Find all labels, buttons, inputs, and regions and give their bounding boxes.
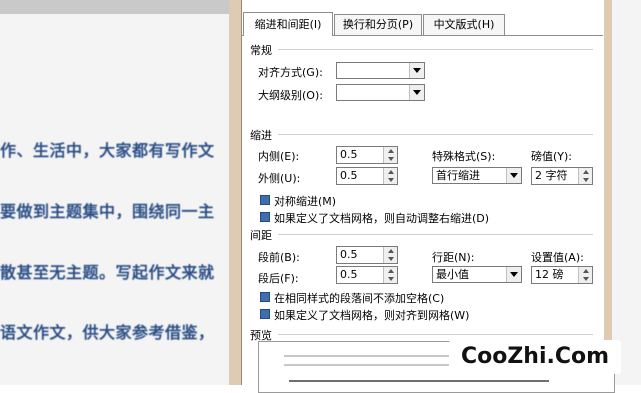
tab-line-page-breaks[interactable]: 换行和分页(P) xyxy=(334,14,422,35)
spin-down-icon[interactable] xyxy=(384,275,397,283)
at-value-label: 设置值(A): xyxy=(531,251,584,264)
spin-up-icon[interactable] xyxy=(384,267,397,275)
document-text-line: 语文作文，供大家参考借鉴， xyxy=(0,323,215,342)
preview-line xyxy=(284,364,464,366)
document-text-line: 要做到主题集中，围绕同一主 xyxy=(0,202,215,221)
mirror-indents-label: 对称缩进(M) xyxy=(274,195,337,208)
watermark: CooZhi.Com xyxy=(449,340,621,374)
spin-down-icon[interactable] xyxy=(384,255,397,263)
spin-up-icon[interactable] xyxy=(384,247,397,255)
spin-up-icon[interactable] xyxy=(384,168,397,176)
inside-indent-label: 内侧(E): xyxy=(258,150,300,163)
alignment-select[interactable] xyxy=(336,62,425,79)
spin-down-icon[interactable] xyxy=(384,155,397,163)
outside-indent-label: 外侧(U): xyxy=(258,172,301,185)
no-space-same-style-checkbox[interactable] xyxy=(260,292,270,302)
preview-line xyxy=(289,380,549,382)
measure-spinner[interactable]: 2 字符 xyxy=(531,167,593,185)
general-group-rule xyxy=(278,49,593,50)
preview-group-rule xyxy=(278,334,593,335)
no-space-same-style-label: 在相同样式的段落间不添加空格(C) xyxy=(274,292,445,305)
chevron-down-icon[interactable] xyxy=(409,85,424,100)
space-before-label: 段前(B): xyxy=(258,251,300,264)
chevron-down-icon[interactable] xyxy=(506,267,521,282)
outline-level-select[interactable] xyxy=(336,84,425,101)
snap-to-grid-label: 如果定义了文档网格，则对齐到网格(W) xyxy=(274,309,470,322)
at-value-spinner[interactable]: 12 磅 xyxy=(531,266,593,284)
spin-up-icon[interactable] xyxy=(579,168,592,176)
indent-group-title: 缩进 xyxy=(250,129,272,142)
spin-up-icon[interactable] xyxy=(384,147,397,155)
tab-indents-spacing[interactable]: 缩进和间距(I) xyxy=(243,12,333,36)
space-after-spinner[interactable]: 0.5 xyxy=(336,266,398,284)
indent-group-rule xyxy=(278,134,593,135)
alignment-label: 对齐方式(G): xyxy=(258,66,323,79)
snap-to-grid-checkbox[interactable] xyxy=(260,309,270,319)
space-before-spinner[interactable]: 0.5 xyxy=(336,246,398,264)
space-after-label: 段后(F): xyxy=(258,272,299,285)
spin-down-icon[interactable] xyxy=(579,275,592,283)
general-group-title: 常规 xyxy=(250,44,272,57)
tab-asian-typography[interactable]: 中文版式(H) xyxy=(423,14,505,35)
outside-indent-spinner[interactable]: 0.5 xyxy=(336,167,398,185)
line-spacing-select[interactable]: 最小值 xyxy=(432,266,522,283)
inside-indent-spinner[interactable]: 0.5 xyxy=(336,146,398,164)
chevron-down-icon[interactable] xyxy=(409,63,424,78)
spin-up-icon[interactable] xyxy=(579,267,592,275)
chevron-down-icon[interactable] xyxy=(506,168,521,183)
document-text-line: 散甚至无主题。写起作文来就 xyxy=(0,263,215,282)
mirror-indents-checkbox[interactable] xyxy=(260,195,270,205)
document-toolbar-strip xyxy=(0,0,240,14)
spacing-group-title: 间距 xyxy=(250,229,272,242)
auto-right-indent-label: 如果定义了文档网格，则自动调整右缩进(D) xyxy=(274,212,490,225)
spin-down-icon[interactable] xyxy=(579,176,592,184)
spin-down-icon[interactable] xyxy=(384,176,397,184)
measure-label: 磅值(Y): xyxy=(531,150,573,163)
special-format-label: 特殊格式(S): xyxy=(432,150,496,163)
special-format-select[interactable]: 首行缩进 xyxy=(432,167,522,184)
line-spacing-label: 行距(N): xyxy=(432,251,475,264)
document-text-line: 作、生活中，大家都有写作文 xyxy=(0,141,215,160)
outline-level-label: 大纲级别(O): xyxy=(258,89,323,102)
auto-right-indent-checkbox[interactable] xyxy=(260,212,270,222)
spacing-group-rule xyxy=(278,234,593,235)
